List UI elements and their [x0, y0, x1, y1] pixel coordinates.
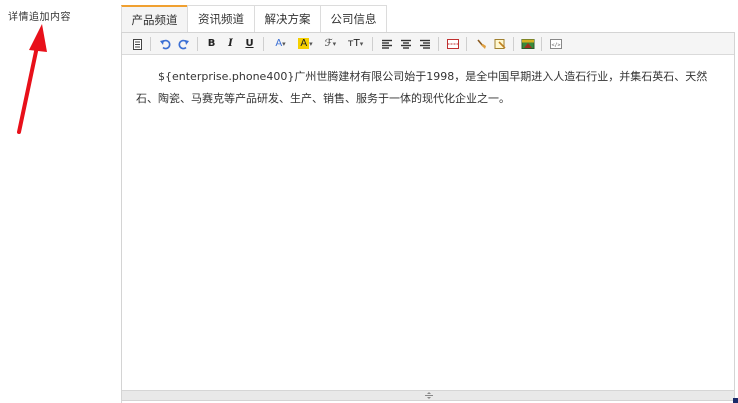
- align-left-icon[interactable]: [379, 36, 395, 52]
- channel-tabs: 产品频道 资讯频道 解决方案 公司信息: [121, 4, 387, 32]
- font-color-glyph: A: [275, 38, 283, 49]
- annotation-arrow: [17, 24, 47, 134]
- clear-format-icon[interactable]: [473, 36, 489, 52]
- italic-icon[interactable]: I: [223, 36, 239, 52]
- tab-news[interactable]: 资讯频道: [187, 5, 255, 32]
- font-size-glyph: тT: [347, 38, 360, 49]
- align-center-icon[interactable]: [398, 36, 414, 52]
- underline-icon[interactable]: U: [242, 36, 258, 52]
- font-color-icon[interactable]: A ▾: [270, 36, 292, 52]
- rich-text-editor: B I U A ▾ A ▾ ℱ ▾ тT ▾ </> ${enterprise.…: [121, 32, 735, 401]
- toolbar-separator: [466, 36, 467, 51]
- corner-marker: [733, 398, 738, 403]
- toolbar-separator: [438, 36, 439, 51]
- page-break-icon[interactable]: [445, 36, 461, 52]
- highlight-glyph: A: [298, 38, 310, 49]
- undo-icon[interactable]: [157, 36, 173, 52]
- format-painter-icon[interactable]: [492, 36, 508, 52]
- editor-content[interactable]: ${enterprise.phone400}广州世腾建材有限公司始于1998，是…: [122, 55, 734, 110]
- insert-image-icon[interactable]: [520, 36, 536, 52]
- font-family-icon[interactable]: ℱ ▾: [320, 36, 342, 52]
- font-family-glyph: ℱ: [324, 38, 333, 49]
- source-doc-icon[interactable]: [129, 36, 145, 52]
- toolbar-separator: [513, 36, 514, 51]
- font-size-icon[interactable]: тT ▾: [345, 36, 367, 52]
- tab-solutions[interactable]: 解决方案: [254, 5, 321, 32]
- toolbar-separator: [263, 36, 264, 51]
- resize-grip-icon[interactable]: [422, 391, 436, 400]
- align-right-icon[interactable]: [417, 36, 433, 52]
- redo-icon[interactable]: [176, 36, 192, 52]
- editor-resize-bar[interactable]: [122, 390, 734, 400]
- toolbar-separator: [197, 36, 198, 51]
- editor-toolbar: B I U A ▾ A ▾ ℱ ▾ тT ▾ </>: [122, 33, 734, 55]
- bold-icon[interactable]: B: [204, 36, 220, 52]
- toolbar-separator: [150, 36, 151, 51]
- toolbar-separator: [372, 36, 373, 51]
- svg-text:</>: </>: [551, 42, 560, 48]
- tab-products[interactable]: 产品频道: [121, 5, 188, 32]
- highlight-color-icon[interactable]: A ▾: [295, 36, 317, 52]
- tab-company-info[interactable]: 公司信息: [320, 5, 387, 32]
- html-code-icon[interactable]: </>: [548, 36, 564, 52]
- toolbar-separator: [541, 36, 542, 51]
